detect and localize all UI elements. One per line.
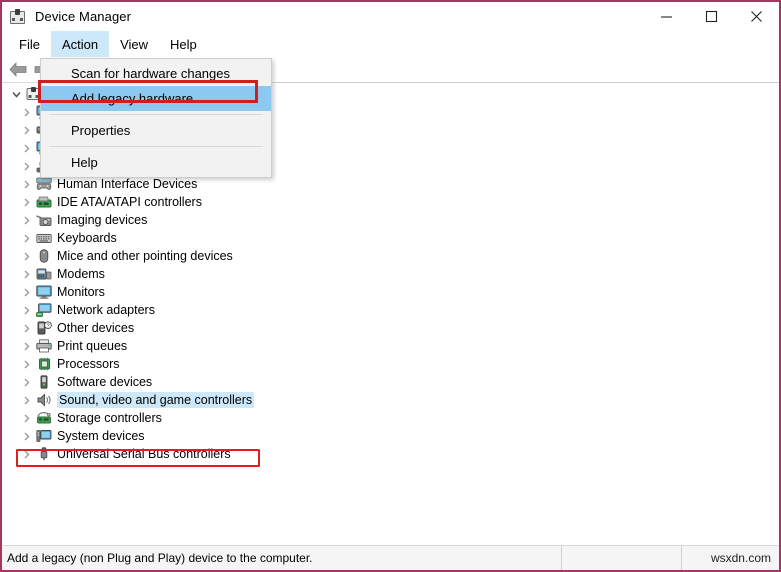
maximize-button[interactable] [689,2,734,31]
tree-item-storage-controllers[interactable]: Storage controllers [2,409,779,427]
tree-item-label: Keyboards [57,230,117,246]
monitor-icon [34,284,54,300]
usb-controller-icon [34,446,54,462]
imaging-device-icon [34,212,54,228]
chevron-right-icon[interactable] [18,356,34,372]
tree-item-label: Monitors [57,284,105,300]
tree-item-keyboards[interactable]: Keyboards [2,229,779,247]
tree-item-software-devices[interactable]: Software devices [2,373,779,391]
chevron-right-icon[interactable] [18,392,34,408]
chevron-right-icon[interactable] [18,374,34,390]
close-button[interactable] [734,2,779,31]
tree-item-label: Imaging devices [57,212,147,228]
menu-bar: File Action View Help [2,31,779,57]
chevron-right-icon[interactable] [18,140,34,156]
title-bar: Device Manager [2,2,779,31]
menu-item-properties[interactable]: Properties [41,118,271,143]
chevron-right-icon[interactable] [18,266,34,282]
tree-item-print-queues[interactable]: Print queues [2,337,779,355]
tree-item-label: Processors [57,356,120,372]
window-title: Device Manager [35,9,131,24]
chevron-right-icon[interactable] [18,122,34,138]
tree-item-label: IDE ATA/ATAPI controllers [57,194,202,210]
chevron-right-icon[interactable] [18,176,34,192]
processor-icon [34,356,54,372]
chevron-right-icon[interactable] [18,248,34,264]
tree-item-label: Storage controllers [57,410,162,426]
tree-item-label: Universal Serial Bus controllers [57,446,231,462]
chevron-right-icon[interactable] [18,194,34,210]
chevron-right-icon[interactable] [18,158,34,174]
tree-item-imaging-devices[interactable]: Imaging devices [2,211,779,229]
chevron-right-icon[interactable] [18,212,34,228]
status-message: Add a legacy (non Plug and Play) device … [2,546,562,570]
chevron-right-icon[interactable] [18,104,34,120]
status-middle-panel [562,546,682,570]
chevron-right-icon[interactable] [18,284,34,300]
mouse-icon [34,248,54,264]
chevron-down-icon[interactable] [8,86,24,102]
keyboard-icon [34,230,54,246]
menu-separator [49,114,263,115]
tree-item-label: Other devices [57,320,134,336]
sound-controller-icon [34,392,54,408]
tree-item-label: Modems [57,266,105,282]
menu-item-scan-for-hardware-changes[interactable]: Scan for hardware changes [41,61,271,86]
network-adapter-icon [34,302,54,318]
action-dropdown-menu[interactable]: Scan for hardware changes Add legacy har… [40,58,272,178]
caption-button-group [644,2,779,31]
menu-separator [49,146,263,147]
chevron-right-icon[interactable] [18,446,34,462]
status-bar: Add a legacy (non Plug and Play) device … [2,545,779,570]
modem-icon [34,266,54,282]
other-device-icon: ? [34,320,54,336]
menu-item-add-legacy-hardware[interactable]: Add legacy hardware [41,86,271,111]
menu-help[interactable]: Help [159,31,208,57]
tree-item-other-devices[interactable]: ? Other devices [2,319,779,337]
tree-item-network-adapters[interactable]: Network adapters [2,301,779,319]
tree-item-label: Software devices [57,374,152,390]
chevron-right-icon[interactable] [18,230,34,246]
chevron-right-icon[interactable] [18,302,34,318]
watermark-label: wsxdn.com [682,546,779,570]
hid-icon [34,176,54,192]
ide-controller-icon [34,194,54,210]
svg-text:?: ? [46,323,49,329]
chevron-right-icon[interactable] [18,428,34,444]
tree-item-sound-video-and-game-controllers[interactable]: Sound, video and game controllers [2,391,779,409]
device-manager-window: Device Manager File Action View Help [0,0,781,572]
tree-item-processors[interactable]: Processors [2,355,779,373]
tree-item-modems[interactable]: Modems [2,265,779,283]
tree-item-label: Print queues [57,338,127,354]
chevron-right-icon[interactable] [18,338,34,354]
minimize-button[interactable] [644,2,689,31]
tree-item-label: System devices [57,428,145,444]
tree-item-label: Network adapters [57,302,155,318]
menu-file[interactable]: File [8,31,51,57]
toolbar-empty-area [274,57,779,83]
back-arrow-icon[interactable] [6,59,30,81]
menu-view[interactable]: View [109,31,159,57]
tree-item-label: Mice and other pointing devices [57,248,233,264]
tree-item-mice-and-other-pointing-devices[interactable]: Mice and other pointing devices [2,247,779,265]
storage-controller-icon [34,410,54,426]
menu-action[interactable]: Action [51,31,109,57]
printer-icon [34,338,54,354]
chevron-right-icon[interactable] [18,410,34,426]
chevron-right-icon[interactable] [18,320,34,336]
tree-item-universal-serial-bus-controllers[interactable]: Universal Serial Bus controllers [2,445,779,463]
tree-item-monitors[interactable]: Monitors [2,283,779,301]
software-device-icon [34,374,54,390]
menu-item-help[interactable]: Help [41,150,271,175]
tree-item-label: Sound, video and game controllers [57,392,254,408]
tree-item-system-devices[interactable]: System devices [2,427,779,445]
tree-item-label: Human Interface Devices [57,176,197,192]
tree-item-ide-ata-atapi-controllers[interactable]: IDE ATA/ATAPI controllers [2,193,779,211]
system-device-icon [34,428,54,444]
device-manager-icon [9,8,27,26]
